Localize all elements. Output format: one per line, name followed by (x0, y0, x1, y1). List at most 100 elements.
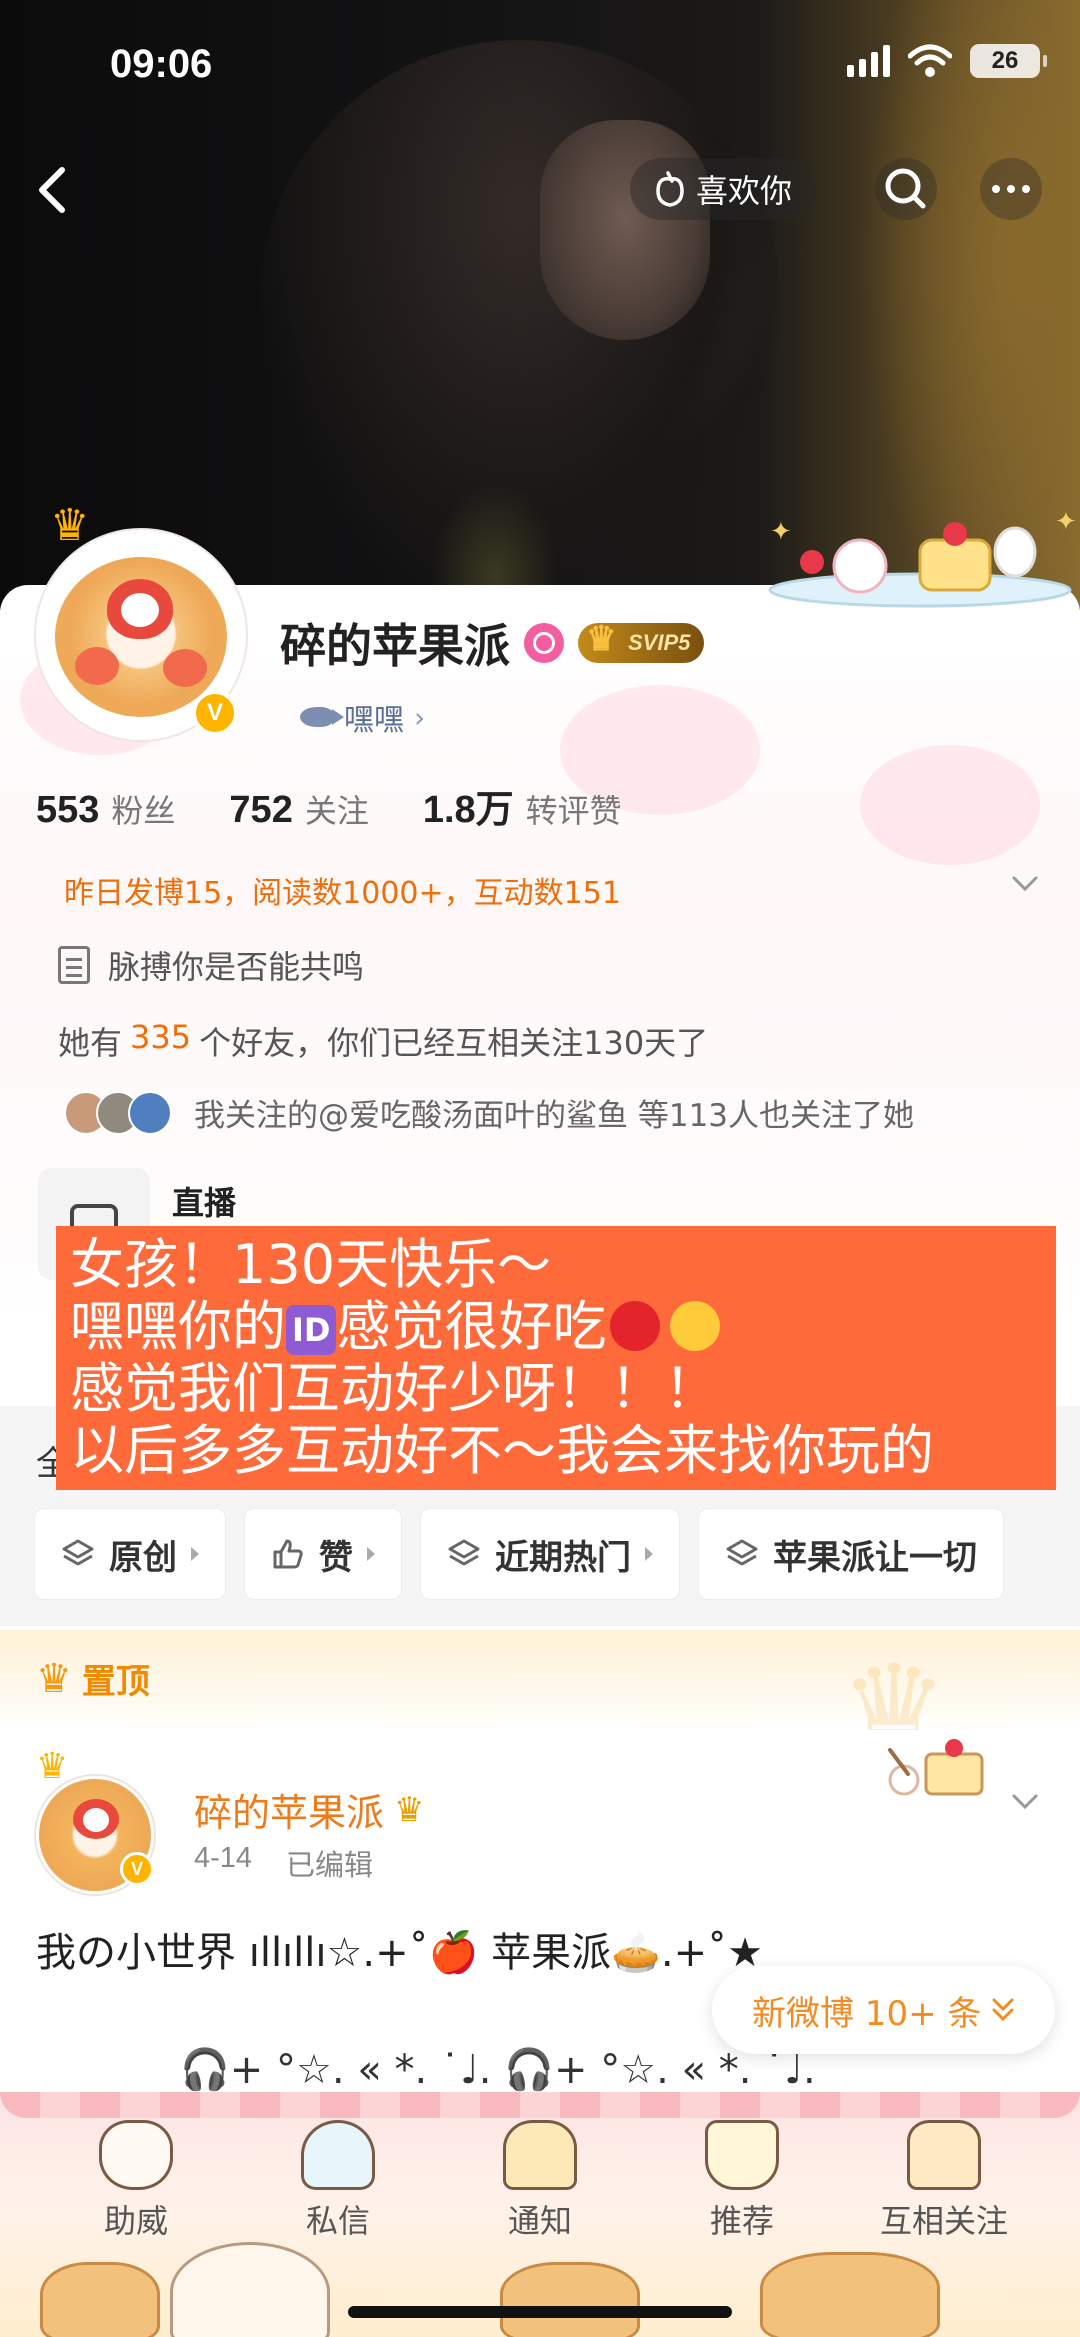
caption-text: 嘿嘿你的 (70, 1295, 286, 1358)
more-button[interactable] (980, 158, 1042, 220)
post-text: 我の小世界 ıllıllı☆.+˚🍎 苹果派🥧.+˚★ (36, 1930, 764, 1976)
mini-avatar (128, 1090, 172, 1135)
bunny-icon (99, 2120, 173, 2190)
stat-following[interactable]: 752 关注 (229, 786, 368, 832)
pinned-crown-icon: ♛ (36, 1655, 72, 1702)
like-you-button[interactable]: 喜欢你 (630, 158, 817, 220)
double-chevron-down-icon (992, 1998, 1014, 2022)
tab-cheer[interactable]: 助威 (56, 2120, 216, 2242)
chevron-right-icon: › (414, 700, 426, 734)
bread-decoration (170, 2242, 330, 2337)
caption-line: 女孩！130天快乐～ (70, 1233, 552, 1296)
stat-label: 转评赞 (525, 792, 622, 830)
friends-suffix: 个好友，你们已经互相关注130天了 (199, 1024, 709, 1062)
stat-number: 1.8万 (422, 789, 514, 831)
stat-number: 752 (229, 789, 293, 831)
post-author[interactable]: 碎的苹果派 ♛ (194, 1782, 425, 1837)
mutual-text: 我关注的@爱吃酸汤面叶的鲨鱼 等113人也关注了她 (194, 1098, 915, 1134)
filter-original[interactable]: 原创 (34, 1508, 226, 1600)
home-indicator[interactable] (348, 2306, 732, 2318)
stat-followers[interactable]: 553 粉丝 (36, 786, 175, 832)
more-dot-icon (992, 185, 1000, 193)
like-you-label: 喜欢你 (696, 172, 793, 210)
more-dot-icon (1007, 185, 1015, 193)
filter-likes[interactable]: 赞 (244, 1508, 402, 1600)
filter-label: 苹果派让一切 (773, 1537, 977, 1578)
status-icons: 26 (847, 44, 1047, 78)
thumbs-up-icon (273, 1539, 303, 1569)
filter-trending[interactable]: 近期热门 (420, 1508, 680, 1600)
crown-icon: ♛ (50, 500, 90, 551)
profile-tag-label: 嘿嘿 (344, 703, 404, 738)
cover-pineapple (430, 480, 560, 600)
layers-icon (448, 1539, 480, 1566)
chevron-down-icon[interactable] (1010, 1786, 1040, 1816)
wifi-icon (908, 44, 952, 77)
filter-label: 赞 (319, 1537, 353, 1578)
mutual-followers-row[interactable]: 我关注的@爱吃酸汤面叶的鲨鱼 等113人也关注了她 (64, 1090, 914, 1135)
post-text-line2: 🎧+ °☆. « *. ˙♩. 🎧+ °☆. « *. ˙♩. (180, 2047, 816, 2093)
stat-number: 553 (36, 789, 100, 831)
signal-icon (847, 45, 890, 77)
caption-overlay: 女孩！130天快乐～ 嘿嘿你的 ID 感觉很好吃 感觉我们互动好少呀！！！ 以后多多… (56, 1226, 1056, 1490)
pink-badge-icon[interactable] (524, 623, 564, 663)
cake-icon (907, 2120, 981, 2190)
filter-custom[interactable]: 苹果派让一切 (698, 1508, 1004, 1600)
username: 碎的苹果派 (280, 619, 510, 673)
bread-decoration (40, 2262, 160, 2337)
status-time: 09:06 (110, 42, 213, 86)
smile-emoji-icon (670, 1301, 721, 1351)
caption-text: 感觉很好吃 (336, 1295, 607, 1358)
filter-chips: 原创 赞 近期热门 苹果派让一切 (34, 1508, 1004, 1600)
caption-line: 感觉我们互动好少呀！！！ (70, 1357, 718, 1420)
caret-right-icon (367, 1547, 375, 1561)
caption-line: 以后多多互动好不～我会来找你玩的 (70, 1419, 934, 1482)
svg-text:✦: ✦ (1055, 507, 1077, 537)
stat-label: 关注 (304, 792, 369, 830)
crown-icon: ♛ (36, 1746, 69, 1787)
verified-badge-icon: V (120, 1852, 154, 1886)
filter-label: 原创 (109, 1537, 177, 1578)
layers-icon (62, 1539, 94, 1566)
friends-row[interactable]: 她有 335 个好友，你们已经互相关注130天了 (58, 1018, 708, 1064)
caret-right-icon (191, 1547, 199, 1561)
new-posts-button[interactable]: 新微博 10+ 条 (712, 1966, 1056, 2054)
apple-emoji-icon (610, 1301, 661, 1351)
bio-text: 脉搏你是否能共鸣 (108, 948, 365, 986)
caption-line: 嘿嘿你的 ID 感觉很好吃 (70, 1296, 1056, 1358)
profile-tag[interactable]: 嘿嘿 › (300, 695, 425, 739)
id-emoji-icon: ID (286, 1305, 337, 1355)
tab-recommend[interactable]: 推荐 (662, 2120, 822, 2242)
toast-icon (503, 2120, 577, 2190)
document-icon (58, 946, 90, 984)
search-icon (885, 168, 926, 209)
tab-notifications[interactable]: 通知 (460, 2120, 620, 2242)
cover-face (540, 120, 710, 340)
bow-decoration (860, 745, 1040, 865)
bio-row: 脉搏你是否能共鸣 (58, 942, 364, 988)
svg-text:✦: ✦ (770, 517, 792, 547)
svip-crown-icon: ♛ (394, 1789, 425, 1830)
tab-label: 私信 (305, 2202, 370, 2240)
tab-label: 通知 (507, 2202, 572, 2240)
cup-icon (705, 2120, 779, 2190)
tab-messages[interactable]: 私信 (258, 2120, 418, 2242)
pinned-label: ♛ 置顶 (36, 1654, 150, 1703)
chevron-down-icon[interactable] (1010, 868, 1040, 898)
yesterday-summary[interactable]: 昨日发博15，阅读数1000+，互动数151 (64, 868, 621, 912)
friends-count: 335 (130, 1018, 192, 1056)
friends-prefix: 她有 (58, 1024, 123, 1062)
hand-heart-icon (656, 171, 684, 207)
back-icon[interactable] (24, 160, 84, 220)
stat-interactions[interactable]: 1.8万 转评赞 (423, 778, 622, 833)
pinned-text: 置顶 (81, 1662, 150, 1702)
post-date: 4-14 (194, 1842, 253, 1874)
bottom-tab-bar: 助威 私信 通知 推荐 互相关注 (0, 2092, 1080, 2337)
tab-mutual-follow[interactable]: 互相关注 (864, 2120, 1024, 2242)
layers-icon (726, 1539, 758, 1566)
svip-badge[interactable]: SVIP5 (578, 619, 705, 663)
post-author-name: 碎的苹果派 (194, 1791, 385, 1835)
search-button[interactable] (875, 158, 937, 220)
mutual-avatars (64, 1090, 172, 1135)
fish-icon (300, 707, 344, 727)
